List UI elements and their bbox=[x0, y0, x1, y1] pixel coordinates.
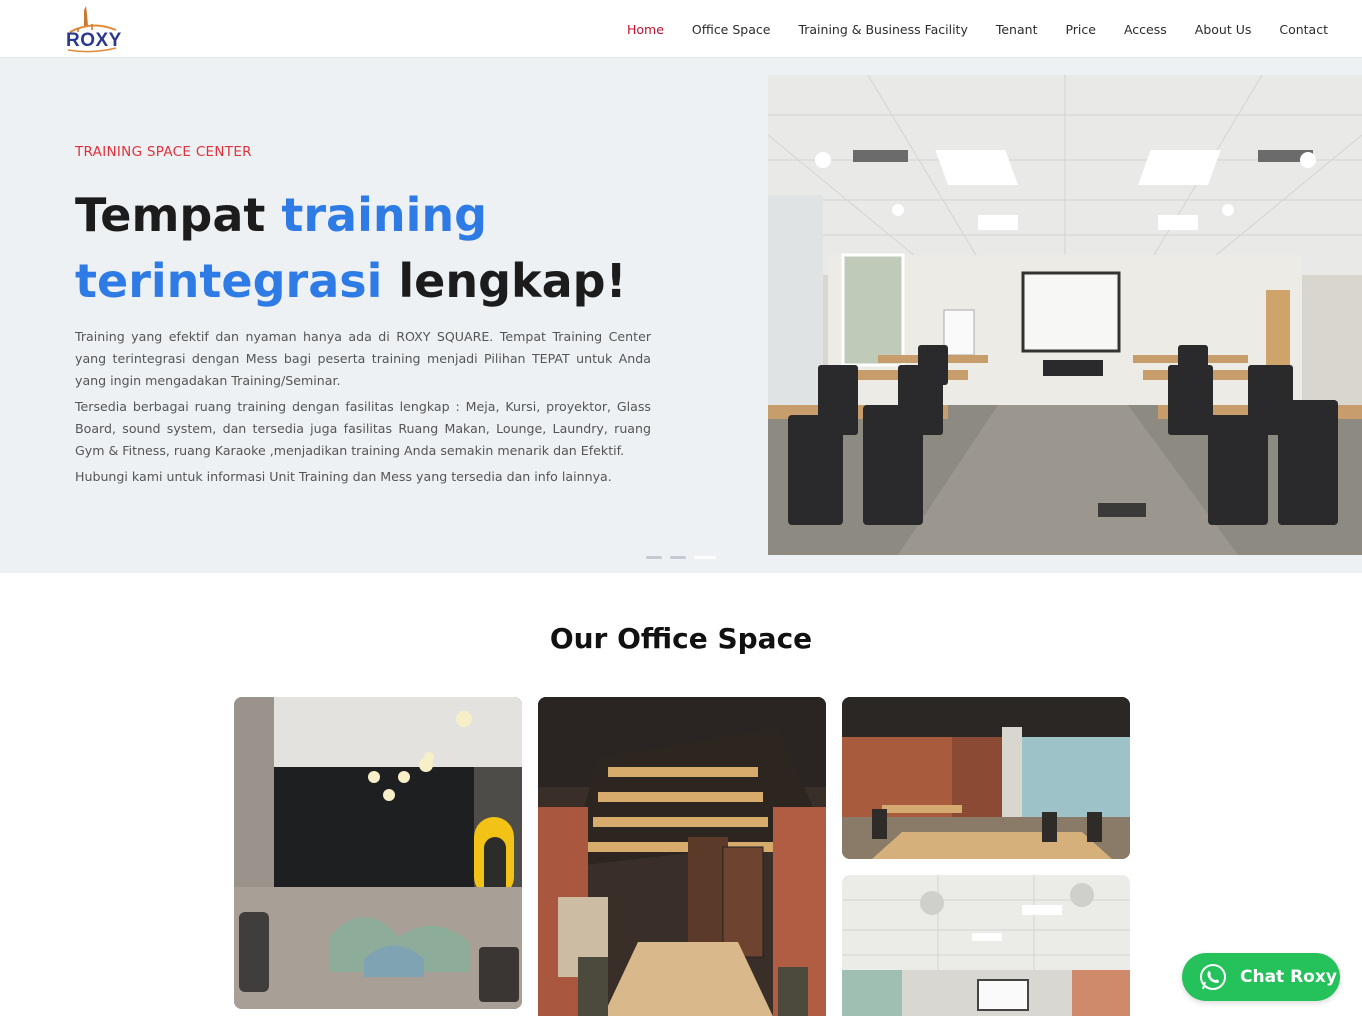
hero-paragraph-1: Training yang efektif dan nyaman hanya a… bbox=[75, 329, 651, 388]
nav-about-us[interactable]: About Us bbox=[1195, 22, 1252, 37]
office-space-title: Our Office Space bbox=[549, 622, 813, 655]
nav-training-business-facility[interactable]: Training & Business Facility bbox=[798, 22, 967, 37]
slider-dot-3[interactable] bbox=[694, 556, 716, 559]
hero-headline: Tempat training terintegrasi lengkap! bbox=[75, 182, 715, 314]
headline-part-1: Tempat bbox=[75, 188, 282, 242]
whatsapp-icon bbox=[1200, 964, 1226, 990]
logo-text: ROXY bbox=[66, 30, 122, 51]
nav-tenant[interactable]: Tenant bbox=[996, 22, 1038, 37]
slider-dot-1[interactable] bbox=[646, 556, 662, 559]
slider-dots bbox=[646, 556, 716, 559]
headline-part-4: lengkap! bbox=[382, 254, 627, 308]
headline-part-3: terintegrasi bbox=[75, 254, 383, 308]
chat-label: Chat Roxy bbox=[1240, 967, 1337, 987]
office-photo-lounge[interactable] bbox=[234, 697, 522, 1009]
nav-access[interactable]: Access bbox=[1124, 22, 1167, 37]
hero-paragraph-2: Tersedia berbagai ruang training dengan … bbox=[75, 399, 651, 458]
nav-home[interactable]: Home bbox=[627, 22, 664, 37]
chat-roxy-button[interactable]: Chat Roxy bbox=[1182, 953, 1340, 1001]
nav-contact[interactable]: Contact bbox=[1279, 22, 1328, 37]
site-header: ROXY Home Office Space Training & Busine… bbox=[0, 0, 1362, 58]
hero-description: Training yang efektif dan nyaman hanya a… bbox=[75, 326, 651, 492]
roxy-logo[interactable]: ROXY bbox=[62, 2, 124, 56]
nav-price[interactable]: Price bbox=[1065, 22, 1096, 37]
hero-eyebrow: TRAINING SPACE CENTER bbox=[75, 144, 252, 160]
office-photo-cafe[interactable] bbox=[842, 697, 1130, 859]
training-room-photo bbox=[768, 75, 1362, 555]
office-photo-meeting-room[interactable] bbox=[842, 875, 1130, 1016]
hero-section: TRAINING SPACE CENTER Tempat training te… bbox=[0, 58, 1362, 573]
office-photo-dining-hall[interactable] bbox=[538, 697, 826, 1016]
hero-paragraph-3: Hubungi kami untuk informasi Unit Traini… bbox=[75, 469, 612, 484]
main-nav: Home Office Space Training & Business Fa… bbox=[599, 0, 1328, 58]
headline-part-2: training bbox=[281, 188, 488, 242]
slider-dot-2[interactable] bbox=[670, 556, 686, 559]
nav-office-space[interactable]: Office Space bbox=[692, 22, 771, 37]
